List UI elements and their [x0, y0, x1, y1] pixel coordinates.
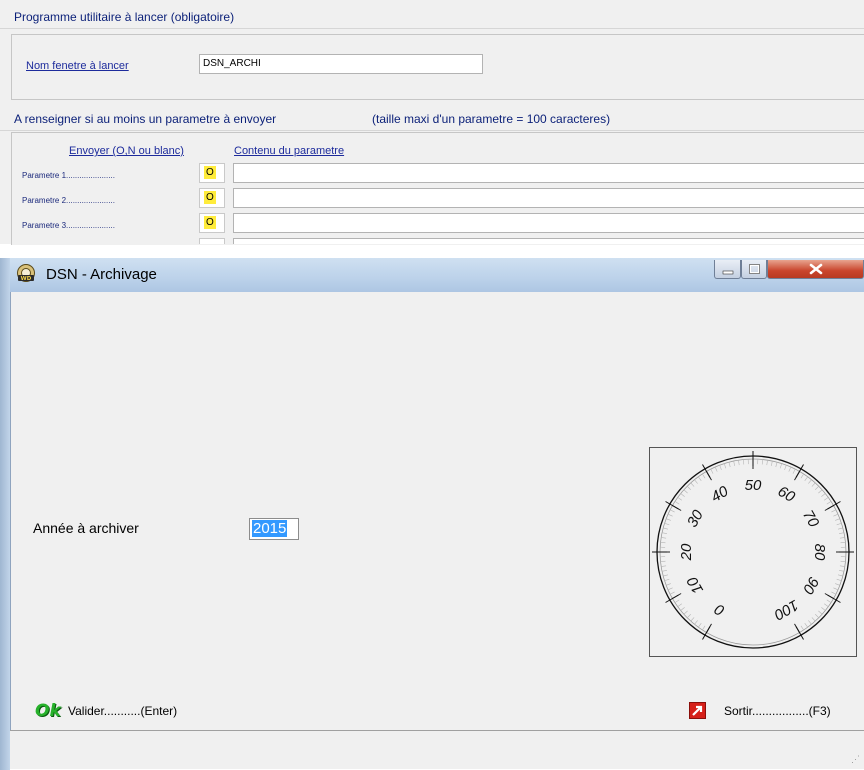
year-label: Année à archiver — [33, 520, 139, 536]
archive-window: WD DSN - Archivage Année à archiver 2015… — [0, 256, 864, 770]
param-3-label: Parametre 3...................... — [22, 221, 115, 230]
launcher-config-panel: Programme utilitaire à lancer (obligatoi… — [0, 0, 864, 245]
maximize-button[interactable] — [741, 260, 767, 279]
gauge-tick-label: 80 — [811, 544, 828, 561]
progress-gauge-frame: 0 10 20 30 40 50 60 70 80 90 100 — [649, 447, 857, 657]
window-name-label[interactable]: Nom fenetre à lancer — [26, 60, 129, 72]
maximize-icon — [749, 264, 760, 274]
resize-grip-icon[interactable]: ⋰ — [851, 754, 860, 765]
section-header-params: A renseigner si au moins un parametre à … — [0, 108, 864, 131]
app-icon: WD — [17, 264, 35, 282]
param-3-content-field[interactable] — [233, 213, 864, 233]
section2-note: (taille maxi d'un parametre = 100 caract… — [372, 112, 611, 126]
param-4-send-field[interactable] — [199, 238, 225, 244]
param-1-send-value: O — [204, 166, 216, 179]
param-2-send-field[interactable]: O — [199, 188, 225, 208]
window-client-area: Année à archiver 2015 0 10 20 30 40 50 60 70 80 9… — [10, 292, 864, 730]
ok-icon[interactable]: Ok — [35, 701, 61, 721]
program-box: Nom fenetre à lancer DSN_ARCHI — [11, 34, 864, 100]
exit-icon[interactable] — [689, 702, 706, 719]
param-1-label: Parametre 1...................... — [22, 171, 115, 180]
window-name-input[interactable]: DSN_ARCHI — [199, 54, 483, 74]
param-2-label: Parametre 2...................... — [22, 196, 115, 205]
year-value: 2015 — [252, 520, 288, 537]
svg-text:WD: WD — [21, 276, 32, 282]
validate-button[interactable]: Valider...........(Enter) — [68, 704, 177, 718]
col-send-header[interactable]: Envoyer (O,N ou blanc) — [69, 145, 184, 157]
col-content-header[interactable]: Contenu du parametre — [234, 145, 344, 157]
param-2-send-value: O — [204, 191, 216, 204]
section2-title: A renseigner si au moins un parametre à … — [14, 112, 277, 126]
exit-button[interactable]: Sortir.................(F3) — [724, 704, 831, 718]
minimize-icon — [722, 270, 734, 275]
title-bar[interactable]: WD DSN - Archivage — [10, 258, 864, 292]
param-3-send-field[interactable]: O — [199, 213, 225, 233]
minimize-button[interactable] — [714, 260, 741, 279]
close-button[interactable] — [767, 260, 864, 279]
status-bar: ⋰ — [10, 730, 864, 769]
param-1-content-field[interactable] — [233, 163, 864, 183]
section-header-program: Programme utilitaire à lancer (obligatoi… — [0, 6, 864, 29]
gauge-tick-label: 20 — [678, 543, 695, 561]
param-3-send-value: O — [204, 216, 216, 229]
section1-title: Programme utilitaire à lancer (obligatoi… — [14, 10, 235, 24]
gauge-tick-label: 50 — [745, 477, 762, 494]
progress-gauge: 010203040 50 60708090100 — [652, 451, 854, 649]
year-input[interactable]: 2015 — [249, 518, 299, 540]
close-icon — [809, 263, 823, 275]
exit-arrow-glyph — [692, 705, 703, 716]
param-4-content-field[interactable] — [233, 238, 864, 244]
window-frame-left — [0, 258, 10, 770]
param-2-content-field[interactable] — [233, 188, 864, 208]
window-title: DSN - Archivage — [46, 266, 157, 283]
param-1-send-field[interactable]: O — [199, 163, 225, 183]
